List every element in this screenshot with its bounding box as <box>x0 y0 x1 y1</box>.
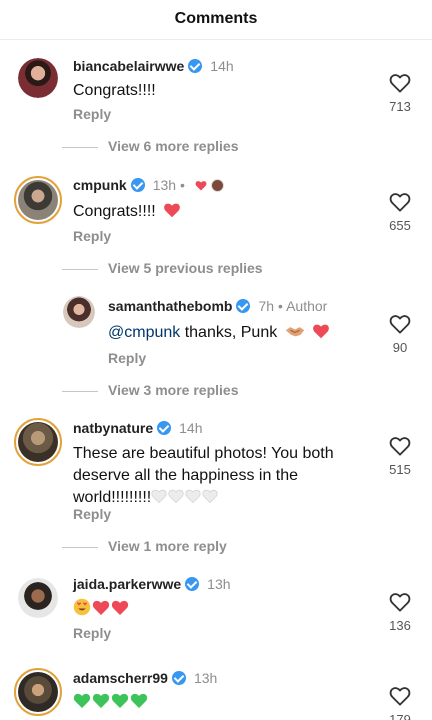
verified-badge-icon <box>188 59 203 73</box>
verified-badge-icon <box>236 299 251 313</box>
comment-text: These are beautiful photos! You both des… <box>73 443 373 509</box>
comment-text <box>73 598 130 621</box>
comment-text-content: Congrats!!!! <box>73 203 156 220</box>
comment-text-line: world!!!!!!!!! <box>73 487 373 509</box>
red-heart-emoji-icon <box>164 203 181 218</box>
comment-timestamp: 14h <box>210 58 234 74</box>
avatar[interactable] <box>63 296 95 328</box>
username-link[interactable]: jaida.parkerwwe <box>73 576 181 592</box>
like-count: 515 <box>389 462 411 477</box>
comment-text-line: deserve all the happiness in the <box>73 467 299 484</box>
comment-text <box>73 692 149 714</box>
comment-text: Congrats!!!! <box>73 201 182 223</box>
divider-line <box>62 268 98 270</box>
reply-button[interactable]: Reply <box>73 106 111 122</box>
username-link[interactable]: adamscherr99 <box>73 670 168 686</box>
green-heart-emoji-icon <box>111 693 129 708</box>
heart-outline-icon[interactable] <box>389 314 411 334</box>
comment-text: @cmpunk thanks, Punk <box>108 322 331 344</box>
verified-badge-icon <box>171 671 186 685</box>
comment-username[interactable]: cmpunk 13h • <box>73 177 224 193</box>
reply-button[interactable]: Reply <box>73 506 111 522</box>
verified-badge-icon <box>157 421 172 435</box>
comment-text-content: world!!!!!!!!! <box>73 489 152 506</box>
divider-line <box>62 546 98 548</box>
heart-outline-icon[interactable] <box>389 436 411 456</box>
comment-username[interactable]: natbynature 14h <box>73 420 202 436</box>
comment-timestamp: 13h <box>152 177 177 193</box>
view-more-label[interactable]: View 6 more replies <box>108 138 238 154</box>
separator-dot: • <box>180 177 185 193</box>
reply-button[interactable]: Reply <box>108 350 146 366</box>
reply-button[interactable]: Reply <box>73 228 111 244</box>
comment-timestamp: 13h <box>193 670 218 686</box>
heart-outline-icon[interactable] <box>389 73 411 93</box>
heart-eyes-emoji-icon <box>73 598 91 616</box>
like-count: 655 <box>389 218 411 233</box>
username-link[interactable]: cmpunk <box>73 177 127 193</box>
comment-timestamp: 14h <box>179 420 203 436</box>
like-count: 179 <box>389 712 411 720</box>
divider-line <box>62 390 98 392</box>
view-more-label[interactable]: View 5 previous replies <box>108 260 263 276</box>
avatar[interactable] <box>18 58 58 98</box>
white-heart-emoji-icon <box>151 489 167 504</box>
comment-timestamp: 13h <box>207 576 231 592</box>
verified-badge-icon <box>185 577 200 591</box>
comment-username[interactable]: adamscherr99 13h <box>73 670 217 686</box>
mention-link[interactable]: @cmpunk <box>108 324 180 341</box>
avatar[interactable] <box>14 176 62 224</box>
verified-badge-icon <box>130 178 145 192</box>
username-link[interactable]: natbynature <box>73 420 153 436</box>
avatar[interactable] <box>14 668 62 716</box>
comment-text: Congrats!!!! <box>73 82 156 99</box>
heart-outline-icon[interactable] <box>389 686 411 706</box>
view-more-label[interactable]: View 3 more replies <box>108 382 238 398</box>
creator-avatar-icon <box>210 179 224 192</box>
like-count: 136 <box>389 618 411 633</box>
comment-timestamp: 7h <box>258 298 275 314</box>
page-title: Comments <box>174 10 258 27</box>
like-count: 713 <box>389 99 411 114</box>
divider-line <box>62 146 98 148</box>
avatar[interactable] <box>14 418 62 466</box>
username-link[interactable]: samanthathebomb <box>108 298 232 314</box>
username-link[interactable]: biancabelairwwe <box>73 58 184 74</box>
view-previous-replies-button[interactable]: View 5 previous replies <box>62 260 263 276</box>
green-heart-emoji-icon <box>92 693 110 708</box>
avatar[interactable] <box>18 578 58 618</box>
like-count: 90 <box>392 340 408 355</box>
white-heart-emoji-icon <box>168 489 184 504</box>
white-heart-emoji-icon <box>202 489 218 504</box>
handshake-emoji-icon <box>285 327 304 337</box>
view-more-replies-button[interactable]: View 1 more reply <box>62 538 227 554</box>
comment-text-content: thanks, Punk <box>180 324 278 341</box>
reply-button[interactable]: Reply <box>73 625 111 641</box>
green-heart-emoji-icon <box>130 693 148 708</box>
comment-username[interactable]: samanthathebomb 7h • Author <box>108 298 327 314</box>
white-heart-emoji-icon <box>185 489 201 504</box>
red-heart-emoji-icon <box>111 600 129 615</box>
view-more-label[interactable]: View 1 more reply <box>108 538 227 554</box>
view-more-replies-button[interactable]: View 6 more replies <box>62 138 238 154</box>
comment-username[interactable]: biancabelairwwe 14h <box>73 58 234 74</box>
heart-outline-icon[interactable] <box>389 592 411 612</box>
red-heart-emoji-icon <box>92 600 110 615</box>
comment-text-line: These are beautiful photos! You both <box>73 445 334 462</box>
view-more-replies-button[interactable]: View 3 more replies <box>62 382 238 398</box>
creator-liked-heart-icon <box>195 181 207 191</box>
author-tag: • Author <box>278 298 328 314</box>
heart-outline-icon[interactable] <box>389 192 411 212</box>
comments-header: Comments <box>0 0 432 40</box>
comment-username[interactable]: jaida.parkerwwe 13h <box>73 576 231 592</box>
green-heart-emoji-icon <box>73 693 91 708</box>
red-heart-emoji-icon <box>313 324 329 339</box>
